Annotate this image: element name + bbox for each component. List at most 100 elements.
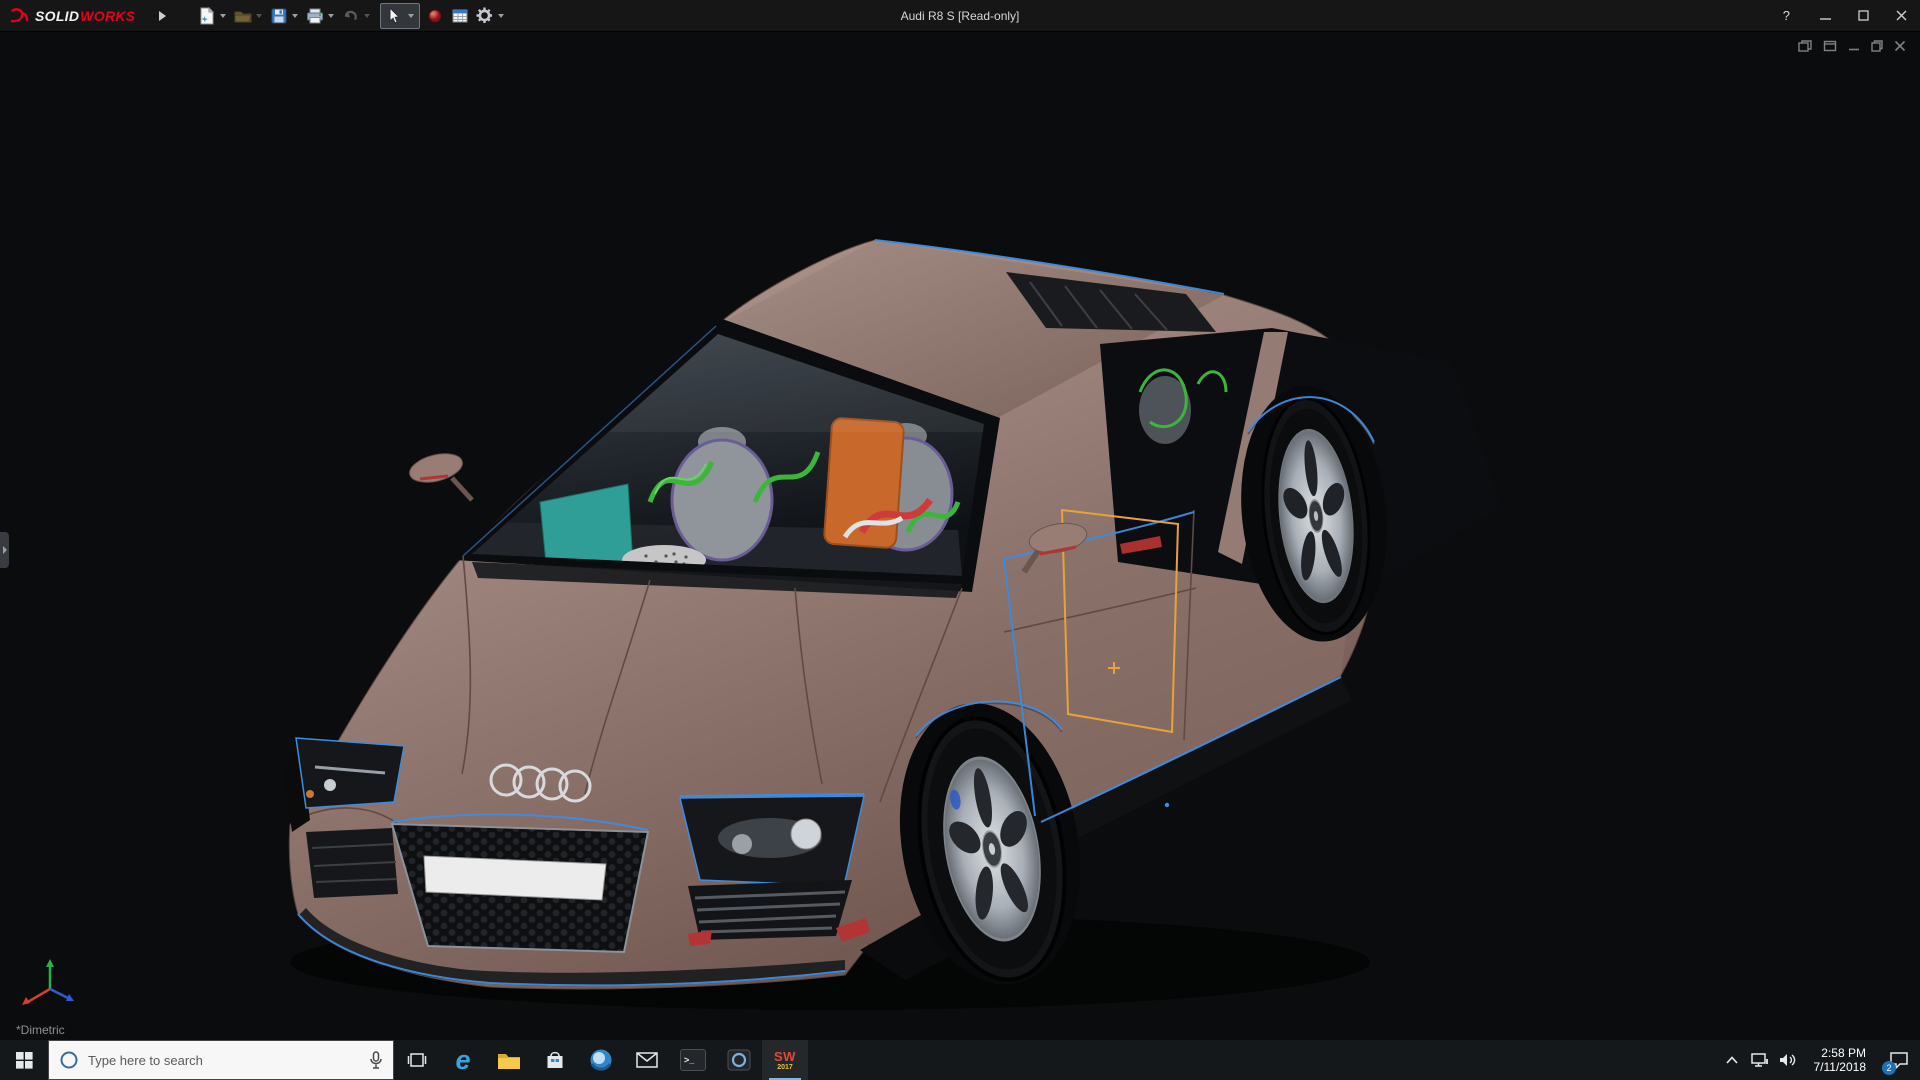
document-window-controls	[1798, 40, 1906, 52]
taskbar-item-mail[interactable]	[624, 1040, 670, 1080]
solidworks-2017-icon: SW 2017	[774, 1050, 796, 1071]
ds-swirl-icon	[10, 7, 29, 22]
open-folder-icon	[234, 11, 252, 22]
store-bag-icon	[547, 1051, 563, 1068]
close-document-button[interactable]	[1894, 40, 1906, 52]
restore-document-button[interactable]	[1871, 40, 1883, 52]
speaker-icon	[1780, 1054, 1796, 1066]
print-button[interactable]	[302, 4, 327, 28]
left-mirror[interactable]	[407, 449, 474, 502]
taskbar-item-command-prompt[interactable]: >_	[670, 1040, 716, 1080]
solidworks-logo: SOLID WORKS	[0, 7, 145, 25]
network-icon	[1750, 1053, 1768, 1067]
command-prompt-icon: >_	[680, 1049, 706, 1071]
solidworks-icon-year: 2017	[777, 1063, 793, 1071]
cortana-icon	[60, 1051, 78, 1069]
clock-time: 2:58 PM	[1821, 1046, 1866, 1060]
select-tool-button[interactable]	[382, 4, 407, 28]
maximize-button[interactable]	[1844, 0, 1882, 31]
print-icon	[306, 8, 323, 23]
windows-taskbar: Type here to search e >_ SW 2017 2:58 PM…	[0, 1040, 1920, 1080]
left-indicator	[306, 790, 314, 798]
menu-flyout-arrow-icon[interactable]	[159, 10, 167, 21]
task-view-icon	[407, 1053, 427, 1067]
quick-access-toolbar	[194, 2, 514, 29]
graphics-viewport[interactable]: *Dimetric	[0, 32, 1920, 1040]
tray-network[interactable]	[1746, 1040, 1774, 1080]
new-document-icon	[200, 6, 215, 24]
options-button[interactable]	[472, 4, 497, 28]
undo-caret[interactable]	[364, 13, 371, 18]
titlebar-controls: ?	[1767, 0, 1920, 31]
task-pane-flyout-tab[interactable]	[0, 532, 9, 568]
design-table-button[interactable]	[447, 4, 472, 28]
design-table-icon	[452, 9, 468, 22]
help-button[interactable]: ?	[1767, 0, 1806, 31]
float-window-button[interactable]	[1798, 40, 1812, 52]
select-cursor-icon	[389, 7, 401, 24]
taskbar-search-box[interactable]: Type here to search	[48, 1040, 394, 1080]
browser-globe-icon	[590, 1049, 612, 1071]
taskbar-item-file-explorer[interactable]	[486, 1040, 532, 1080]
options-gear-icon	[476, 7, 493, 23]
orientation-triad	[16, 955, 80, 1018]
tray-overflow-button[interactable]	[1718, 1040, 1746, 1080]
taskbar-item-browser[interactable]	[578, 1040, 624, 1080]
select-tool-active-frame	[380, 2, 421, 29]
select-tool-caret[interactable]	[408, 13, 415, 18]
system-tray: 2:58 PM 7/11/2018 2	[1718, 1040, 1920, 1080]
save-caret[interactable]	[292, 13, 299, 18]
dock-window-button[interactable]	[1823, 40, 1837, 52]
taskbar-item-edge[interactable]: e	[440, 1040, 486, 1080]
right-headlight-lens-2	[732, 834, 752, 854]
logo-text-works: WORKS	[80, 7, 136, 24]
taskbar-clock[interactable]: 2:58 PM 7/11/2018	[1802, 1046, 1879, 1074]
maximize-icon	[1857, 10, 1869, 21]
left-headlight-lens	[324, 779, 336, 791]
tray-volume[interactable]	[1774, 1040, 1802, 1080]
save-icon	[271, 8, 287, 23]
close-button[interactable]	[1882, 0, 1920, 31]
minimize-button[interactable]	[1806, 0, 1844, 31]
minimize-document-button[interactable]	[1848, 40, 1860, 52]
close-icon	[1896, 10, 1906, 21]
left-headlight[interactable]	[295, 737, 405, 809]
solidworks-icon-label: SW	[774, 1048, 796, 1064]
action-center-button[interactable]: 2	[1878, 1040, 1920, 1080]
microphone-icon[interactable]	[369, 1051, 383, 1069]
appearance-sphere-icon	[428, 9, 442, 22]
logo-text-solid: SOLID	[35, 7, 80, 24]
save-button[interactable]	[266, 4, 291, 28]
new-document-button[interactable]	[194, 4, 219, 28]
undo-button[interactable]	[338, 4, 363, 28]
options-caret[interactable]	[498, 13, 505, 18]
appearance-button[interactable]	[422, 4, 447, 28]
mail-envelope-icon	[636, 1052, 658, 1068]
open-document-button[interactable]	[230, 4, 255, 28]
taskbar-item-solidworks[interactable]: SW 2017	[762, 1040, 808, 1080]
view-orientation-label: *Dimetric	[16, 1023, 65, 1037]
open-document-caret[interactable]	[256, 13, 263, 18]
circular-app-icon	[727, 1049, 751, 1071]
notification-badge: 2	[1882, 1061, 1896, 1075]
vertex-marker	[1164, 802, 1170, 808]
flyout-arrow-icon	[2, 546, 7, 554]
titlebar: SOLID WORKS Audi R8 S [Read-only] ?	[0, 0, 1920, 32]
chevron-up-icon	[1725, 1056, 1738, 1064]
print-caret[interactable]	[328, 13, 335, 18]
search-placeholder-text: Type here to search	[88, 1052, 203, 1068]
right-headlight-lens	[790, 818, 822, 850]
start-button[interactable]	[0, 1040, 48, 1080]
taskbar-item-store[interactable]	[532, 1040, 578, 1080]
clock-date: 7/11/2018	[1813, 1060, 1867, 1074]
edge-icon: e	[455, 1044, 471, 1075]
windows-logo-icon	[15, 1051, 33, 1069]
undo-icon	[344, 10, 357, 20]
new-document-caret[interactable]	[220, 13, 227, 18]
car-model-audi-r8[interactable]	[0, 32, 1920, 1040]
license-plate[interactable]	[423, 855, 607, 901]
taskbar-item-app-circle[interactable]	[716, 1040, 762, 1080]
task-view-button[interactable]	[394, 1040, 440, 1080]
file-explorer-icon	[498, 1053, 520, 1069]
document-title: Audi R8 S [Read-only]	[900, 8, 1020, 23]
